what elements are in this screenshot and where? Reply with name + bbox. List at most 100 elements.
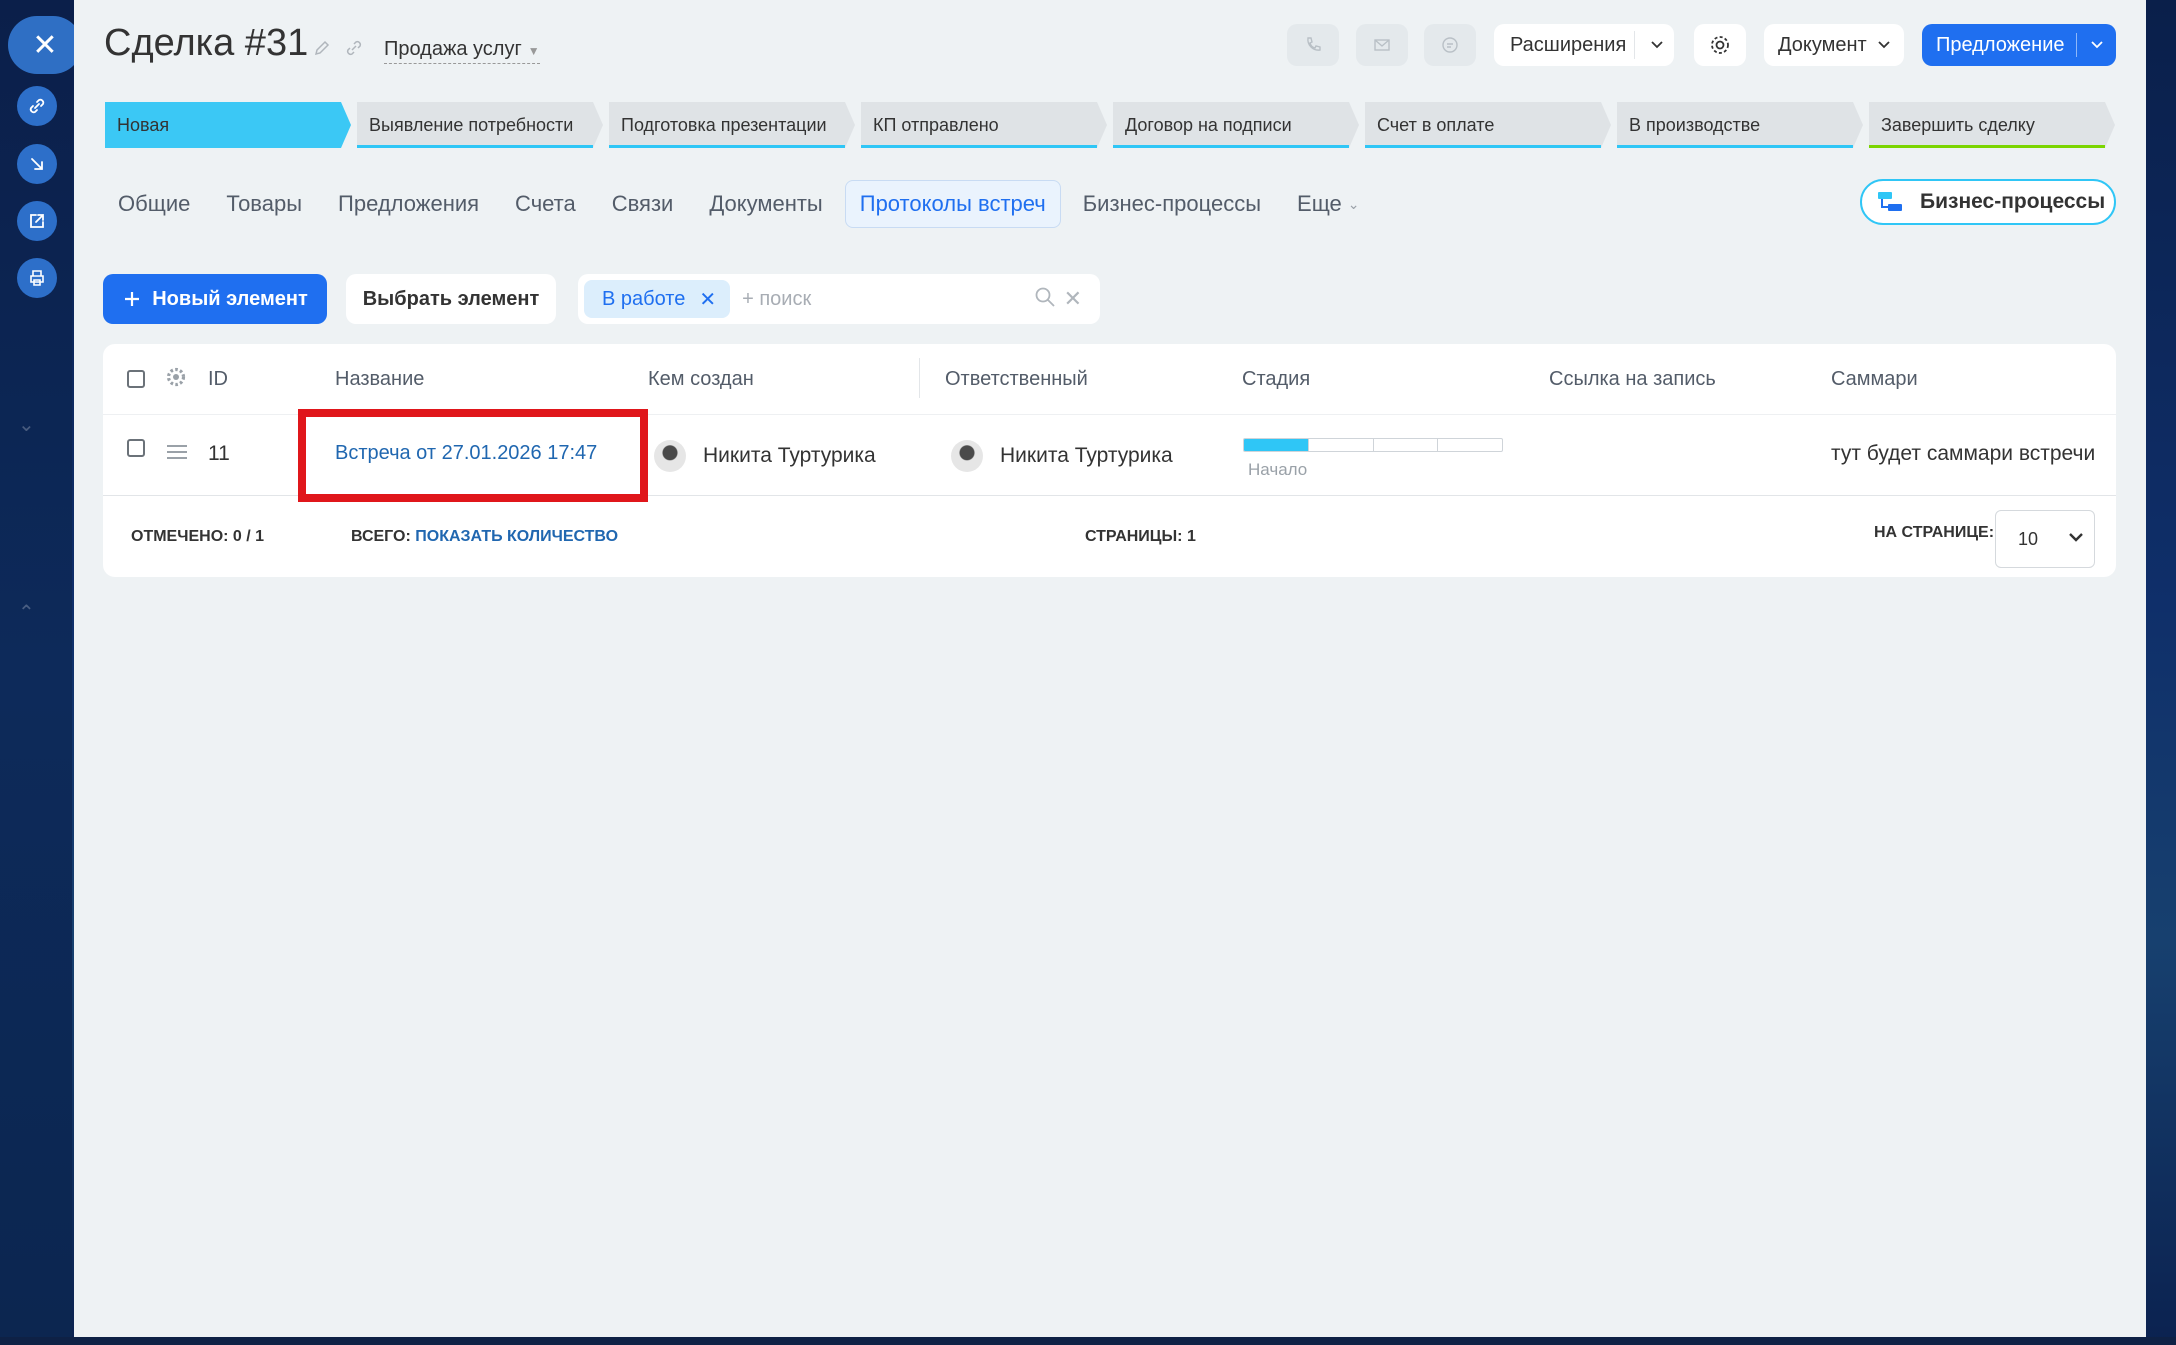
- remove-filter-icon[interactable]: ✕: [699, 287, 716, 312]
- phone-icon: [1307, 37, 1321, 51]
- total-label: ВСЕГО:: [351, 528, 411, 545]
- tab-invoices[interactable]: Счета: [501, 181, 590, 227]
- total-counter: ВСЕГО: ПОКАЗАТЬ КОЛИЧЕСТВО: [351, 528, 618, 546]
- column-header-summary[interactable]: Саммари: [1831, 368, 1918, 391]
- tab-bar: Общие Товары Предложения Счета Связи Док…: [104, 180, 1382, 228]
- gear-icon: [1711, 36, 1729, 54]
- stage-new[interactable]: Новая: [105, 102, 351, 148]
- select-element-button[interactable]: Выбрать элемент: [346, 274, 556, 324]
- document-label: Документ: [1778, 33, 1867, 56]
- bottom-strip: [0, 1337, 2176, 1345]
- business-processes-label: Бизнес-процессы: [1920, 190, 2106, 213]
- column-header-id[interactable]: ID: [208, 368, 228, 391]
- stage-progress[interactable]: [1243, 438, 1503, 452]
- business-processes-button[interactable]: Бизнес-процессы: [1860, 179, 2116, 225]
- column-header-stage[interactable]: Стадия: [1242, 368, 1310, 391]
- caret-down-icon: ▼: [527, 44, 540, 58]
- select-all-checkbox[interactable]: [127, 370, 145, 388]
- tab-more-label: Еще: [1297, 191, 1342, 216]
- stage-invoice[interactable]: Счет в оплате: [1365, 102, 1611, 148]
- minimize-button[interactable]: [17, 144, 57, 184]
- external-link-icon: [30, 214, 44, 228]
- stage-presentation[interactable]: Подготовка презентации: [609, 102, 855, 148]
- edit-icon[interactable]: [312, 38, 332, 58]
- settings-button[interactable]: [1694, 24, 1746, 66]
- summary-text: тут будет саммари встречи: [1831, 442, 2096, 465]
- stage-label: Новая: [117, 114, 170, 135]
- tab-meeting-protocols[interactable]: Протоколы встреч: [844, 180, 1061, 228]
- stage-label: Подготовка презентации: [621, 114, 827, 135]
- checked-value: 0 / 1: [232, 528, 265, 545]
- link-icon[interactable]: [344, 38, 364, 58]
- chat-button[interactable]: [1424, 24, 1476, 66]
- drag-handle-icon[interactable]: [166, 444, 188, 465]
- tab-relations[interactable]: Связи: [598, 181, 688, 227]
- chevron-down-icon: [2078, 34, 2104, 57]
- stage-label: Завершить сделку: [1881, 114, 2035, 135]
- chevron-up-icon: ⌃: [18, 602, 35, 624]
- filter-chip-label: В работе: [602, 287, 686, 310]
- clear-search-icon[interactable]: ✕: [1064, 286, 1082, 312]
- chevron-down-icon: ⌄: [1347, 195, 1360, 212]
- checked-counter: ОТМЕЧЕНО: 0 / 1: [131, 528, 264, 546]
- tab-products[interactable]: Товары: [212, 181, 316, 227]
- offer-button[interactable]: Предложение: [1922, 24, 2116, 66]
- arrow-down-right-icon: [31, 158, 43, 170]
- column-header-name[interactable]: Название: [335, 368, 424, 391]
- print-button[interactable]: [17, 258, 57, 298]
- avatar[interactable]: [654, 440, 686, 472]
- stage-needs[interactable]: Выявление потребности: [357, 102, 603, 148]
- chevron-down-icon: [2068, 529, 2084, 550]
- chevron-down-icon: ⌄: [18, 414, 35, 436]
- row-checkbox[interactable]: [127, 439, 145, 457]
- column-header-record-link[interactable]: Ссылка на запись: [1549, 368, 1716, 391]
- column-header-responsible[interactable]: Ответственный: [945, 368, 1088, 391]
- filter-chip-in-work[interactable]: В работе ✕: [584, 280, 731, 318]
- stage-label: Договор на подписи: [1125, 114, 1292, 135]
- tab-more[interactable]: Еще ⌄: [1283, 181, 1374, 227]
- offer-label: Предложение: [1936, 33, 2065, 56]
- pages-counter: СТРАНИЦЫ: 1: [1085, 528, 1196, 546]
- tab-offers[interactable]: Предложения: [324, 181, 493, 227]
- stage-label: В производстве: [1629, 114, 1761, 135]
- search-icon[interactable]: [1034, 286, 1056, 313]
- column-header-created-by[interactable]: Кем создан: [648, 368, 754, 391]
- stage-contract[interactable]: Договор на подписи: [1113, 102, 1359, 148]
- tab-business-processes[interactable]: Бизнес-процессы: [1069, 181, 1275, 227]
- mail-icon: [1374, 39, 1390, 51]
- show-count-link[interactable]: ПОКАЗАТЬ КОЛИЧЕСТВО: [415, 528, 618, 545]
- search-input[interactable]: + поиск: [742, 288, 1033, 311]
- pages-label: СТРАНИЦЫ:: [1085, 528, 1183, 545]
- avatar[interactable]: [951, 440, 983, 472]
- deal-category-selector[interactable]: Продажа услуг ▼: [384, 38, 540, 64]
- email-button[interactable]: [1356, 24, 1408, 66]
- extensions-label: Расширения: [1510, 33, 1627, 56]
- tab-documents[interactable]: Документы: [695, 181, 836, 227]
- created-by-user[interactable]: Никита Туртурика: [703, 444, 876, 468]
- new-element-label: Новый элемент: [152, 287, 308, 310]
- per-page-select[interactable]: 10: [1995, 510, 2095, 568]
- stage-production[interactable]: В производстве: [1617, 102, 1863, 148]
- copy-link-button[interactable]: [17, 86, 57, 126]
- close-icon: ✕: [32, 28, 58, 62]
- chat-icon: [1442, 37, 1458, 53]
- extensions-button[interactable]: Расширения: [1494, 24, 1674, 66]
- checked-label: ОТМЕЧЕНО:: [131, 528, 229, 545]
- pages-value[interactable]: 1: [1187, 528, 1196, 545]
- new-element-button[interactable]: Новый элемент: [103, 274, 327, 324]
- per-page-value: 10: [2018, 528, 2039, 549]
- open-new-window-button[interactable]: [17, 201, 57, 241]
- highlight-annotation: [298, 409, 648, 502]
- stage-label: Начало: [1248, 460, 1308, 479]
- row-id: 11: [208, 442, 230, 465]
- responsible-user[interactable]: Никита Туртурика: [1000, 444, 1173, 468]
- stage-finish[interactable]: Завершить сделку: [1869, 102, 2115, 148]
- stage-offer-sent[interactable]: КП отправлено: [861, 102, 1107, 148]
- call-button[interactable]: [1287, 24, 1339, 66]
- gear-icon[interactable]: [165, 366, 187, 393]
- close-slider-button[interactable]: ✕: [8, 16, 82, 74]
- tab-general[interactable]: Общие: [104, 181, 204, 227]
- document-button[interactable]: Документ: [1764, 24, 1904, 66]
- chevron-down-icon: [1877, 34, 1891, 57]
- filter-search-bar: В работе ✕ + поиск ✕: [578, 274, 1100, 324]
